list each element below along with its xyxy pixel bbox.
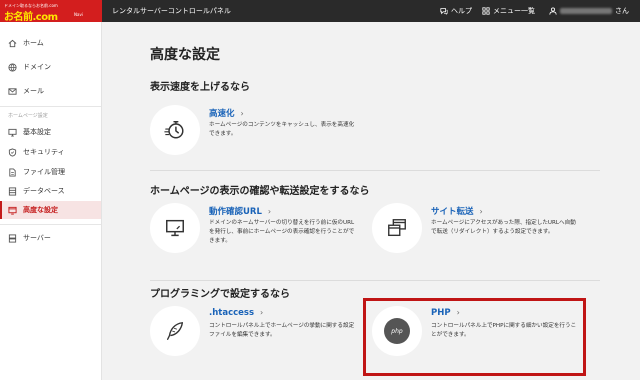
advanced-settings-icon bbox=[8, 206, 17, 215]
card-title[interactable]: サイト転送 › bbox=[431, 205, 483, 217]
chevron-right-icon: › bbox=[240, 109, 244, 118]
card-title[interactable]: 動作確認URL › bbox=[209, 205, 271, 217]
sidebar-item-domain[interactable]: ドメイン bbox=[0, 58, 101, 76]
section-divider bbox=[150, 280, 600, 281]
card-description: コントロールパネル上でホームページの挙動に関する設定ファイルを編集できます。 bbox=[209, 323, 355, 339]
sidebar-item-label: ファイル管理 bbox=[23, 168, 65, 176]
section-title-programming: プログラミングで設定するなら bbox=[150, 289, 290, 300]
user-icon bbox=[549, 7, 557, 15]
chat-bubble-icon bbox=[440, 8, 448, 15]
section-title-check: ホームページの表示の確認や転送設定をするなら bbox=[150, 186, 370, 197]
card-title-label: .htaccess bbox=[209, 308, 255, 318]
menu-label: メニュー一覧 bbox=[493, 7, 535, 15]
chevron-right-icon: › bbox=[267, 207, 272, 216]
sidebar-item-security[interactable]: セキュリティ bbox=[0, 143, 101, 161]
section-divider bbox=[150, 170, 600, 171]
sidebar-item-label: ドメイン bbox=[23, 63, 51, 71]
monitor-icon bbox=[8, 128, 17, 137]
stopwatch-icon bbox=[164, 121, 184, 139]
chevron-right-icon: › bbox=[479, 207, 483, 216]
logo-sub: Navi bbox=[74, 12, 83, 17]
feather-icon bbox=[166, 322, 184, 340]
top-bar: ドメイン取るならお名前.com お名前.com Navi レンタルサーバーコント… bbox=[0, 0, 640, 23]
card-title[interactable]: 高速化 › bbox=[209, 107, 244, 119]
sidebar-item-label: セキュリティ bbox=[23, 148, 65, 156]
shield-icon bbox=[8, 147, 17, 157]
menu-link[interactable]: メニュー一覧 bbox=[482, 6, 535, 16]
card-title[interactable]: .htaccess › bbox=[209, 308, 263, 318]
windows-redirect-icon bbox=[388, 219, 406, 237]
sidebar-item-label: サーバー bbox=[23, 234, 51, 242]
sidebar-item-database[interactable]: データベース bbox=[0, 182, 101, 200]
sidebar-item-server[interactable]: サーバー bbox=[0, 229, 101, 247]
mail-icon bbox=[8, 87, 17, 95]
file-icon bbox=[9, 167, 16, 177]
user-name-redacted bbox=[560, 8, 612, 14]
sidebar: ホーム ドメイン メール ホームページ設定 基本設定 セキュリティ ファイル管理… bbox=[0, 22, 102, 380]
card-description: ホームページのコンテンツをキャッシュし、表示を高速化できます。 bbox=[209, 122, 355, 138]
sidebar-item-files[interactable]: ファイル管理 bbox=[0, 163, 101, 181]
help-link[interactable]: ヘルプ bbox=[440, 6, 472, 16]
card-icon bbox=[150, 105, 200, 155]
highlight-box bbox=[363, 298, 586, 376]
card-description: ドメインのネームサーバーの切り替えを行う前に仮のURLを発行し、事前にホームペー… bbox=[209, 220, 355, 245]
sidebar-item-label: データベース bbox=[23, 187, 65, 195]
page-title: 高度な設定 bbox=[150, 47, 220, 63]
sidebar-item-basic[interactable]: 基本設定 bbox=[0, 123, 101, 141]
sidebar-section-label: ホームページ設定 bbox=[8, 113, 48, 119]
logo-brand: お名前.com bbox=[4, 12, 58, 23]
card-icon bbox=[150, 203, 200, 253]
database-icon bbox=[8, 186, 17, 196]
logo[interactable]: ドメイン取るならお名前.com お名前.com Navi bbox=[0, 0, 102, 23]
card-icon bbox=[372, 203, 422, 253]
user-menu[interactable]: さん bbox=[549, 6, 629, 16]
section-title-speed: 表示速度を上げるなら bbox=[150, 82, 250, 93]
sidebar-item-label: メール bbox=[23, 87, 44, 95]
card-title-label: 高速化 bbox=[209, 109, 235, 119]
sidebar-item-advanced[interactable]: 高度な設定 bbox=[0, 201, 101, 219]
home-icon bbox=[8, 39, 17, 47]
card-title-label: 動作確認URL bbox=[209, 207, 262, 217]
sidebar-item-label: 基本設定 bbox=[23, 128, 51, 136]
card-icon bbox=[150, 306, 200, 356]
help-label: ヘルプ bbox=[451, 7, 472, 15]
globe-icon bbox=[8, 62, 17, 72]
sidebar-item-label: 高度な設定 bbox=[23, 206, 58, 214]
app-title: レンタルサーバーコントロールパネル bbox=[112, 7, 231, 15]
card-title-label: サイト転送 bbox=[431, 207, 474, 217]
card-description: ホームページにアクセスがあった際、指定したURLへ自動で転送（リダイレクト）する… bbox=[431, 220, 576, 236]
user-suffix: さん bbox=[615, 7, 629, 15]
sidebar-item-label: ホーム bbox=[23, 39, 44, 47]
grid-icon bbox=[482, 7, 490, 15]
sidebar-item-home[interactable]: ホーム bbox=[0, 34, 101, 52]
monitor-check-icon bbox=[166, 219, 184, 237]
sidebar-item-mail[interactable]: メール bbox=[0, 82, 101, 100]
server-icon bbox=[8, 233, 17, 243]
chevron-right-icon: › bbox=[260, 308, 264, 317]
sidebar-divider bbox=[0, 224, 101, 225]
sidebar-divider bbox=[0, 106, 101, 107]
